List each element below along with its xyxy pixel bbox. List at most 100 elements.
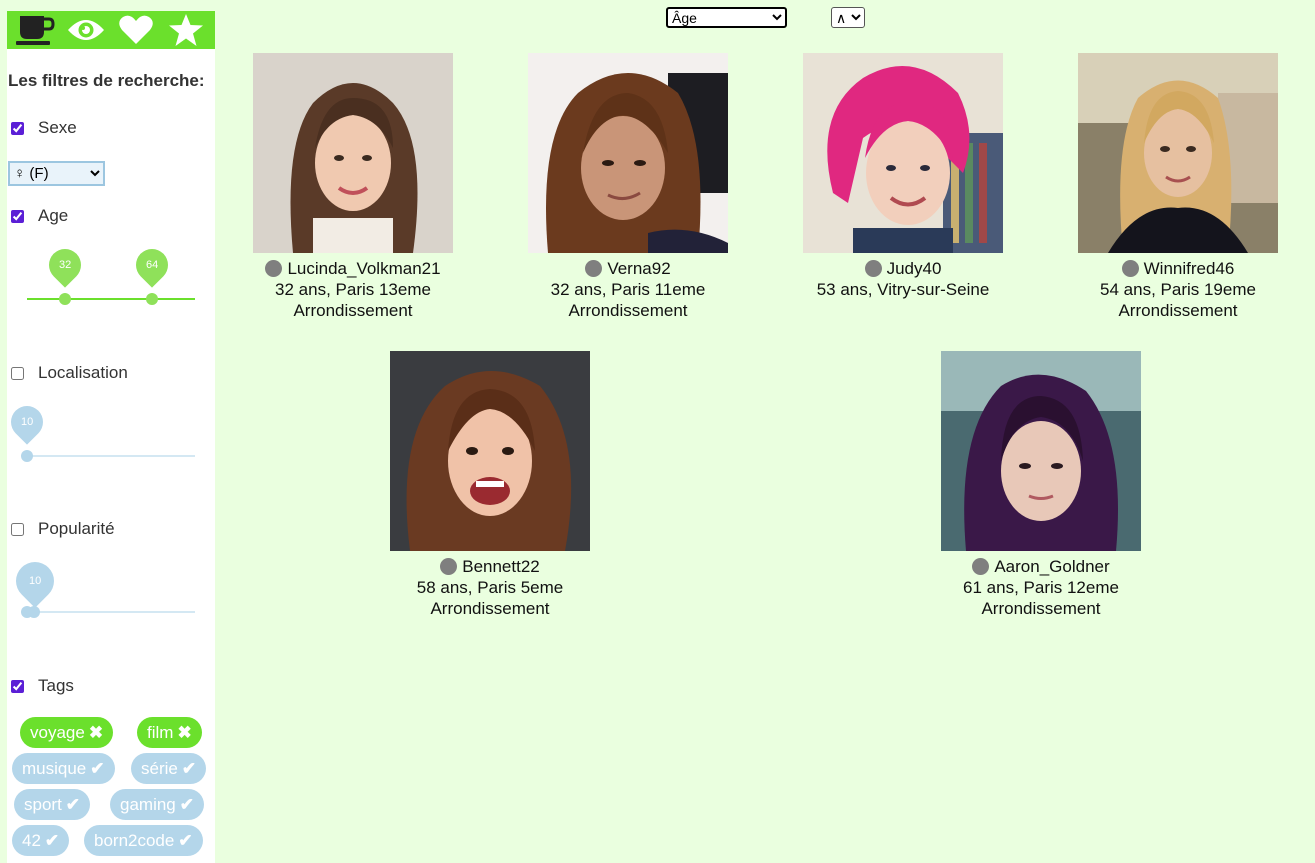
tags-label: Tags <box>38 676 74 695</box>
profile-name: Verna92 <box>607 259 671 278</box>
nav-icon-bar <box>7 11 215 49</box>
status-dot <box>440 558 458 575</box>
popularite-value: 10 <box>28 575 42 587</box>
check-icon: ✔ <box>181 758 197 778</box>
profile-info: 54 ans, Paris 19eme Arrondissement <box>1100 280 1256 320</box>
age-min-tooltip: 32 <box>42 242 88 288</box>
sort-by-select[interactable]: Âge <box>666 7 787 28</box>
profile-name: Judy40 <box>886 259 942 278</box>
remove-icon: ✖ <box>88 722 104 742</box>
profile-photo <box>390 351 590 551</box>
profile-name-row: Verna92 <box>503 258 753 279</box>
tag-label: voyage <box>30 722 85 742</box>
tag-42[interactable]: 42 ✔ <box>12 825 70 856</box>
age-max-tooltip: 64 <box>129 242 175 288</box>
tag-sport[interactable]: sport ✔ <box>14 789 91 820</box>
profile-name-row: Aaron_Goldner <box>916 556 1166 577</box>
age-slider-track <box>27 298 195 300</box>
remove-icon: ✖ <box>177 722 192 742</box>
tag-gaming[interactable]: gaming ✔ <box>110 789 205 820</box>
profile-info: 53 ans, Vitry-sur-Seine <box>816 280 990 299</box>
star-icon[interactable] <box>164 12 208 48</box>
tag-label: film <box>147 722 174 742</box>
check-icon: ✔ <box>90 758 105 778</box>
popularite-label: Popularité <box>38 519 115 538</box>
tag-label: 42 <box>22 830 41 850</box>
profile-name: Aaron_Goldner <box>994 557 1110 576</box>
tag-voyage[interactable]: voyage ✖ <box>20 717 114 748</box>
status-dot <box>1121 260 1139 277</box>
popularite-tooltip: 10 <box>8 554 62 608</box>
status-dot <box>265 260 283 277</box>
popularite-slider[interactable]: 10 <box>8 554 195 618</box>
profile-name: Lucinda_Volkman21 <box>287 259 441 278</box>
status-dot <box>972 558 990 575</box>
heart-icon[interactable] <box>114 12 158 48</box>
profile-card[interactable]: Judy40 53 ans, Vitry-sur-Seine <box>778 53 1028 300</box>
profile-photo <box>528 53 728 253</box>
profile-name: Winnifred46 <box>1143 259 1235 278</box>
eye-icon[interactable] <box>64 12 108 48</box>
sexe-label: Sexe <box>38 118 77 137</box>
localisation-handle[interactable] <box>21 450 33 462</box>
popularite-slider-track <box>27 611 195 613</box>
cup-icon[interactable] <box>14 12 58 48</box>
age-label: Age <box>38 206 69 225</box>
profile-info: 32 ans, Paris 13eme Arrondissement <box>275 280 431 320</box>
tag-label: série <box>141 758 178 778</box>
sexe-select[interactable]: ♀ (F) <box>8 161 105 186</box>
profile-info: 61 ans, Paris 12eme Arrondissement <box>963 578 1119 618</box>
profile-card[interactable]: Winnifred46 54 ans, Paris 19eme Arrondis… <box>1053 53 1303 321</box>
check-icon: ✔ <box>178 830 193 850</box>
sexe-checkbox[interactable] <box>11 121 24 135</box>
profile-card[interactable]: Lucinda_Volkman21 32 ans, Paris 13eme Ar… <box>228 53 478 321</box>
tag-label: born2code <box>94 830 175 850</box>
localisation-slider-track <box>27 455 195 457</box>
localisation-tooltip: 10 <box>7 399 50 445</box>
profile-photo <box>1078 53 1278 253</box>
check-icon: ✔ <box>179 794 195 814</box>
filters-title: Les filtres de recherche: <box>8 71 205 90</box>
profile-info: 58 ans, Paris 5eme Arrondissement <box>416 578 564 618</box>
profile-photo <box>803 53 1003 253</box>
tag-musique[interactable]: musique ✔ <box>12 753 115 784</box>
localisation-checkbox[interactable] <box>11 366 24 380</box>
profile-name: Bennett22 <box>462 557 540 576</box>
check-icon: ✔ <box>65 794 81 814</box>
profile-card[interactable]: Verna92 32 ans, Paris 11eme Arrondisseme… <box>503 53 753 321</box>
profile-name-row: Lucinda_Volkman21 <box>228 258 478 279</box>
sexe-filter-row: Sexe <box>11 118 77 138</box>
age-min-value: 32 <box>58 259 72 271</box>
age-max-handle[interactable] <box>146 293 158 305</box>
popularite-filter-row: Popularité <box>11 519 115 539</box>
sort-order-select[interactable]: ∧ <box>831 7 865 28</box>
age-range-slider[interactable]: 32 64 <box>27 242 195 305</box>
tag-label: gaming <box>120 794 176 814</box>
profile-name-row: Bennett22 <box>365 556 615 577</box>
profile-photo <box>941 351 1141 551</box>
age-min-handle[interactable] <box>59 293 71 305</box>
tag-born2code[interactable]: born2code ✔ <box>84 825 203 856</box>
profile-card[interactable]: Aaron_Goldner 61 ans, Paris 12eme Arrond… <box>916 351 1166 619</box>
age-max-value: 64 <box>145 259 159 271</box>
status-dot <box>585 260 603 277</box>
age-filter-row: Age <box>11 206 68 226</box>
tag-film[interactable]: film ✖ <box>137 717 202 748</box>
localisation-label: Localisation <box>38 363 128 382</box>
popularite-checkbox[interactable] <box>11 522 24 536</box>
profile-info: 32 ans, Paris 11eme Arrondissement <box>550 280 706 320</box>
profile-card[interactable]: Bennett22 58 ans, Paris 5eme Arrondissem… <box>365 351 615 619</box>
localisation-slider[interactable]: 10 <box>7 399 195 462</box>
profile-photo <box>253 53 453 253</box>
status-dot <box>864 260 882 277</box>
check-icon: ✔ <box>44 830 60 850</box>
tags-filter-row: Tags <box>11 676 74 696</box>
filter-sidebar: Les filtres de recherche: Sexe ♀ (F) Age… <box>7 11 215 863</box>
tag-serie[interactable]: série ✔ <box>131 753 207 784</box>
tag-label: sport <box>24 794 62 814</box>
localisation-filter-row: Localisation <box>11 363 128 383</box>
localisation-value: 10 <box>20 416 34 428</box>
tags-checkbox[interactable] <box>11 679 24 693</box>
profile-name-row: Judy40 <box>778 258 1028 279</box>
age-checkbox[interactable] <box>11 209 24 223</box>
